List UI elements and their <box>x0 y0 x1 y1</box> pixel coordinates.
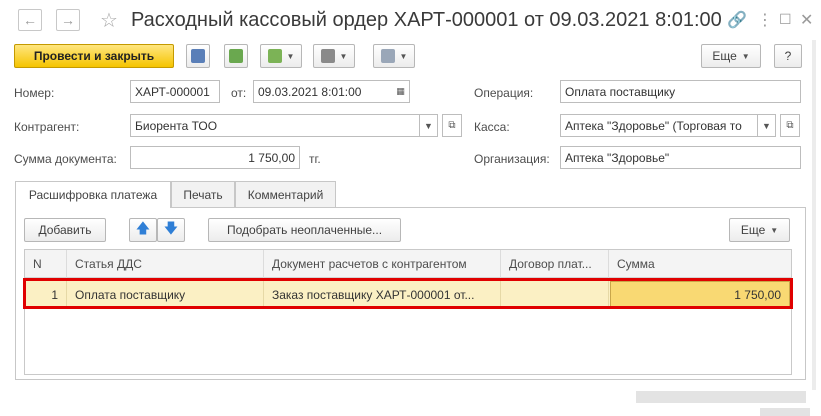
column-header-document[interactable]: Документ расчетов с контрагентом <box>264 250 501 278</box>
forward-button[interactable]: → <box>56 9 80 31</box>
organization-field[interactable]: Аптека "Здоровье" <box>560 146 801 169</box>
highlight-frame <box>23 278 793 309</box>
chevron-down-icon: ▼ <box>286 51 295 61</box>
chevron-down-icon: ▼ <box>770 225 779 235</box>
help-button[interactable]: ? <box>774 44 802 68</box>
table-more-button[interactable]: Еще ▼ <box>729 218 790 242</box>
post-document-icon <box>229 49 243 63</box>
link-icon[interactable]: 🔗 <box>727 10 747 30</box>
column-header-contract[interactable]: Договор плат... <box>501 250 609 278</box>
create-based-icon <box>267 49 282 63</box>
number-label: Номер: <box>14 86 55 100</box>
currency-label: тг. <box>309 152 321 166</box>
counterparty-label: Контрагент: <box>14 120 80 134</box>
counterparty-field[interactable]: Биорента ТОО <box>130 114 420 137</box>
pick-unpaid-button[interactable]: Подобрать неоплаченные... <box>208 218 401 242</box>
save-icon <box>191 49 205 63</box>
column-header-n[interactable]: N <box>25 250 67 278</box>
column-header-article[interactable]: Статья ДДС <box>67 250 264 278</box>
reports-button[interactable]: ▼ <box>373 44 415 68</box>
amount-label: Сумма документа: <box>14 152 117 166</box>
close-icon[interactable]: ✕ <box>800 10 813 30</box>
post-button[interactable] <box>224 44 248 68</box>
maximize-icon[interactable]: ☐ <box>779 11 792 28</box>
tab-payment-details[interactable]: Расшифровка платежа <box>15 181 171 208</box>
arrow-up-icon: 🡅 <box>135 220 151 236</box>
open-window-icon: ⧉ <box>448 120 456 131</box>
move-down-button[interactable]: 🡇 <box>157 218 185 242</box>
tab-comment[interactable]: Комментарий <box>235 181 336 207</box>
arrow-right-icon: → <box>61 12 75 28</box>
column-header-sum[interactable]: Сумма <box>609 250 791 278</box>
date-from-label: от: <box>231 86 247 100</box>
payment-table: N Статья ДДС Документ расчетов с контраг… <box>24 249 792 375</box>
date-field[interactable]: 09.03.2021 8:01:00 <box>253 80 393 103</box>
chevron-down-icon: ▼ <box>762 120 771 131</box>
print-button[interactable]: ▼ <box>313 44 355 68</box>
chevron-down-icon: ▼ <box>424 120 433 131</box>
cashbox-label: Касса: <box>474 120 510 134</box>
cashbox-dropdown[interactable]: ▼ <box>758 114 776 137</box>
amount-field[interactable]: 1 750,00 <box>130 146 300 169</box>
calendar-icon: ▦ <box>396 86 405 96</box>
save-button[interactable] <box>186 44 210 68</box>
arrow-left-icon: ← <box>23 12 37 28</box>
tab-print[interactable]: Печать <box>171 181 235 207</box>
chevron-down-icon: ▼ <box>399 51 408 61</box>
counterparty-open-button[interactable]: ⧉ <box>442 114 462 137</box>
chevron-down-icon: ▼ <box>339 51 348 61</box>
open-window-icon: ⧉ <box>786 120 794 131</box>
calendar-button[interactable]: ▦ <box>392 80 410 103</box>
move-up-button[interactable]: 🡅 <box>129 218 157 242</box>
arrow-down-icon: 🡇 <box>163 220 179 236</box>
add-row-button[interactable]: Добавить <box>24 218 106 242</box>
reports-icon <box>380 49 395 63</box>
post-and-close-button[interactable]: Провести и закрыть <box>14 44 174 68</box>
vertical-scrollbar[interactable] <box>812 40 816 390</box>
star-icon[interactable]: ☆ <box>100 8 118 33</box>
window-title: Расходный кассовый ордер ХАРТ-000001 от … <box>131 9 722 31</box>
back-button[interactable]: ← <box>18 9 42 31</box>
printer-icon <box>320 49 335 63</box>
resize-grip[interactable] <box>760 408 810 416</box>
more-button[interactable]: Еще ▼ <box>701 44 761 68</box>
create-based-on-button[interactable]: ▼ <box>260 44 302 68</box>
cashbox-open-button[interactable]: ⧉ <box>780 114 800 137</box>
organization-label: Организация: <box>474 152 550 166</box>
horizontal-scrollbar[interactable] <box>636 391 806 403</box>
number-field[interactable]: ХАРТ-000001 <box>130 80 220 103</box>
more-vertical-icon[interactable]: ⋮ <box>757 10 773 30</box>
chevron-down-icon: ▼ <box>741 51 750 61</box>
operation-label: Операция: <box>474 86 534 100</box>
operation-field[interactable]: Оплата поставщику <box>560 80 801 103</box>
cashbox-field[interactable]: Аптека "Здоровье" (Торговая то <box>560 114 758 137</box>
counterparty-dropdown[interactable]: ▼ <box>420 114 438 137</box>
